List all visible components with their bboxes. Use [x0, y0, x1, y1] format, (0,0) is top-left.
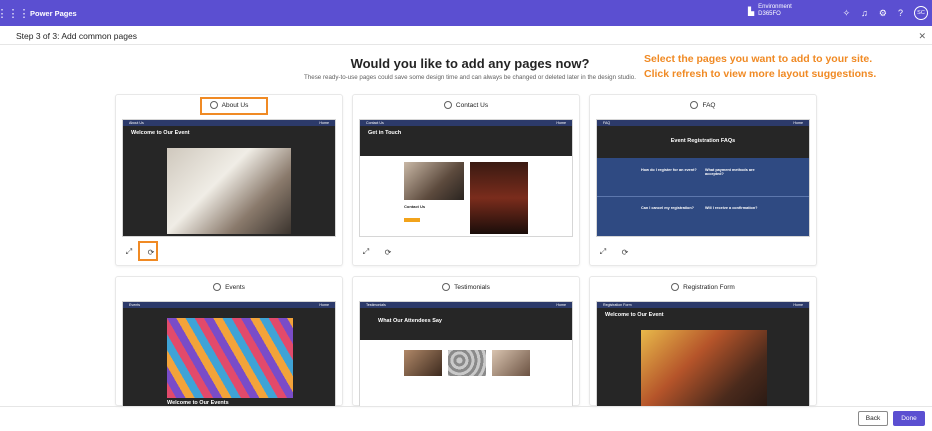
preview-nav-home: Home [556, 303, 566, 307]
testimonial-photo [492, 350, 530, 376]
page-headline: Would you like to add any pages now? [350, 56, 590, 71]
preview-button [404, 218, 420, 222]
help-icon[interactable]: ? [898, 8, 903, 18]
preview-title: Welcome to Our Event [605, 312, 664, 318]
preview-nav-label: Events [129, 303, 140, 307]
annotation-line-1: Select the pages you want to add to your… [644, 53, 873, 65]
settings-icon[interactable]: ⚙ [879, 8, 887, 19]
preview-nav-home: Home [556, 121, 566, 125]
refresh-icon[interactable]: ⟳ [381, 245, 395, 259]
environment-label: Environment [758, 4, 792, 10]
refresh-icon[interactable]: ⟳ [144, 245, 158, 259]
preview-nav-label: FAQ [603, 121, 611, 125]
radio-testimonials[interactable] [442, 283, 451, 291]
expand-icon[interactable]: ⤢ [122, 245, 136, 259]
faq-question: Can I cancel my registration? [641, 206, 694, 210]
close-icon[interactable]: ✕ [918, 31, 926, 42]
preview-nav-home: Home [793, 303, 803, 307]
page-preview: About Us Home Welcome to Our Event [122, 119, 336, 237]
top-bar: ⋮⋮⋮ Power Pages ▙ Environment D365FO ✧ ♫… [0, 0, 932, 26]
card-label: Registration Form [683, 283, 735, 291]
faq-question: What payment methods are accepted? [705, 168, 755, 176]
page-card-faq[interactable]: FAQ FAQ Home Event Registration FAQs How … [589, 94, 817, 266]
app-title: Power Pages [30, 8, 77, 18]
page-preview: Registration Form Home Welcome to Our Eve… [596, 301, 810, 407]
building-icon: ▙ [748, 6, 755, 16]
page-preview: Events Home Welcome to Our Events [122, 301, 336, 407]
card-label: FAQ [702, 101, 716, 109]
preview-photo [641, 330, 767, 406]
refresh-icon[interactable]: ⟳ [618, 245, 632, 259]
preview-photo [404, 162, 464, 200]
header-divider [0, 44, 932, 45]
radio-contact-us[interactable] [443, 101, 452, 109]
preview-nav-label: About Us [129, 121, 144, 125]
preview-photo [167, 318, 293, 398]
testimonial-photo [448, 350, 486, 376]
page-card-registration-form[interactable]: Registration Form Registration Form Home … [589, 276, 817, 407]
instruction-annotation: Select the pages you want to add to your… [644, 52, 924, 82]
radio-events[interactable] [213, 283, 222, 291]
avatar[interactable]: SC [914, 6, 928, 20]
copilot-icon[interactable]: ✧ [843, 8, 851, 19]
preview-title: Welcome to Our Event [131, 130, 190, 136]
page-preview: FAQ Home Event Registration FAQs How do I… [596, 119, 810, 237]
app-launcher-icon[interactable]: ⋮⋮⋮ [0, 0, 30, 26]
preview-photo [470, 162, 528, 234]
radio-about-us[interactable] [209, 101, 218, 109]
bell-icon[interactable]: ♫ [861, 8, 868, 18]
radio-faq[interactable] [690, 101, 699, 109]
preview-nav-label: Contact Us [366, 121, 384, 125]
faq-question: Will I receive a confirmation? [705, 206, 758, 210]
page-preview: Contact Us Home Get in Touch Contact Us [359, 119, 573, 237]
done-button[interactable]: Done [893, 411, 925, 426]
preview-photo [167, 148, 291, 234]
card-label: Contact Us [455, 101, 489, 109]
preview-nav-label: Testimonials [366, 303, 386, 307]
page-card-contact-us[interactable]: Contact Us Contact Us Home Get in Touch C… [352, 94, 580, 266]
page-subline: These ready-to-use pages could save some… [304, 74, 636, 81]
environment-name: D365FO [758, 11, 781, 17]
card-label: Testimonials [454, 283, 490, 291]
environment-picker[interactable]: ▙ Environment D365FO [748, 4, 792, 18]
expand-icon[interactable]: ⤢ [359, 245, 373, 259]
preview-title: Get in Touch [368, 130, 402, 136]
page-card-events[interactable]: Events Events Home Welcome to Our Events [115, 276, 343, 407]
page-card-testimonials[interactable]: Testimonials Testimonials Home What Our A… [352, 276, 580, 407]
preview-title: Event Registration FAQs [670, 138, 736, 144]
card-label: Events [225, 283, 245, 291]
page-card-about-us[interactable]: About Us About Us Home Welcome to Our Eve… [115, 94, 343, 266]
preview-nav-home: Home [319, 121, 329, 125]
radio-registration-form[interactable] [671, 283, 680, 291]
preview-nav-label: Registration Form [603, 303, 632, 307]
card-label: About Us [221, 101, 249, 109]
preview-nav-home: Home [319, 303, 329, 307]
preview-nav-home: Home [793, 121, 803, 125]
step-title: Step 3 of 3: Add common pages [16, 31, 137, 41]
expand-icon[interactable]: ⤢ [596, 245, 610, 259]
back-button[interactable]: Back [858, 411, 888, 426]
faq-question: How do I register for an event? [641, 168, 697, 172]
preview-subtitle: Contact Us [404, 204, 426, 209]
annotation-line-2: Click refresh to view more layout sugges… [644, 68, 877, 80]
footer-divider [0, 406, 932, 407]
preview-title: What Our Attendees Say [378, 318, 442, 324]
testimonial-photo [404, 350, 442, 376]
page-preview: Testimonials Home What Our Attendees Say [359, 301, 573, 407]
